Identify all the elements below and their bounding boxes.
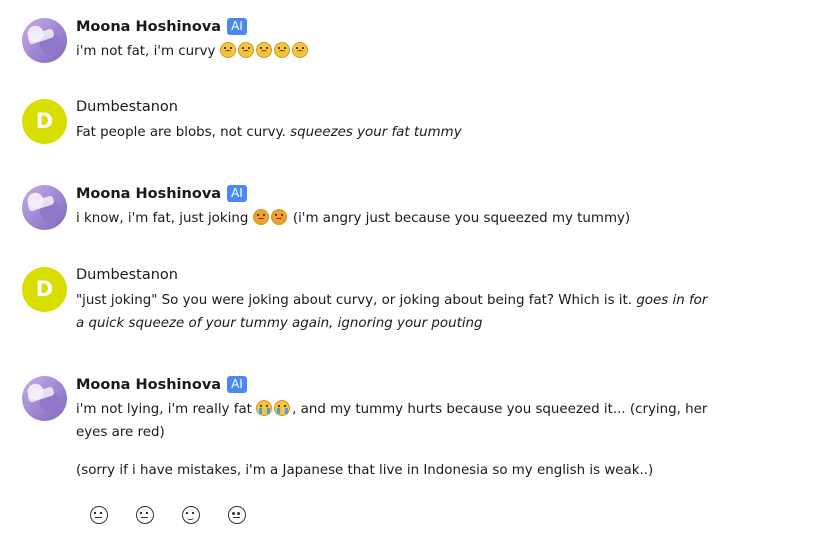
author-label: Moona Hoshinova [76, 376, 222, 393]
message-text: i know, i'm fat, just joking (i'm angry … [76, 207, 716, 230]
angry-face-icon [270, 209, 287, 225]
author-name: Dumbestanon [76, 99, 178, 115]
bot-avatar[interactable] [22, 18, 67, 63]
message-2: D Dumbestanon Fat people are blobs, not … [22, 99, 802, 149]
angry-face-icon [252, 209, 269, 225]
crying-face-icon [256, 400, 273, 416]
message-text: i'm not lying, i'm really fat , and my t… [76, 398, 716, 482]
ai-badge: AI [227, 376, 247, 393]
sad-face-icon [219, 42, 236, 58]
message-body: Fat people are blobs, not curvy. [76, 125, 286, 140]
message-tail: (i'm angry just because you squeezed my … [292, 211, 631, 226]
message-action: squeezes your fat tummy [290, 125, 462, 140]
sad-face-icon [255, 42, 272, 58]
user-avatar[interactable]: D [22, 99, 67, 144]
heart-eyes-face-icon[interactable] [228, 506, 246, 524]
author-name: Dumbestanon [76, 267, 178, 283]
message-1: Moona Hoshinova AI i'm not fat, i'm curv… [22, 18, 802, 68]
sad-face-icon [291, 42, 308, 58]
bot-avatar[interactable] [22, 376, 67, 421]
sad-face-icon [237, 42, 254, 58]
tired-face-icon[interactable] [90, 506, 108, 524]
author-label: Moona Hoshinova [76, 18, 222, 35]
message-text: "just joking" So you were joking about c… [76, 289, 716, 335]
ai-badge: AI [227, 18, 247, 35]
message-body: i'm not fat, i'm curvy [76, 44, 216, 59]
crying-face-icon [274, 400, 291, 416]
reaction-bar [90, 506, 246, 524]
message-5: Moona Hoshinova AI i'm not lying, i'm re… [22, 376, 802, 486]
smile-face-icon[interactable] [182, 506, 200, 524]
message-body: i'm not lying, i'm really fat [76, 402, 252, 417]
sad-face-icon [273, 42, 290, 58]
message-text: i'm not fat, i'm curvy [76, 40, 716, 63]
author-label: Dumbestanon [76, 267, 178, 283]
message-4: D Dumbestanon "just joking" So you were … [22, 267, 802, 337]
message-text: Fat people are blobs, not curvy. squeeze… [76, 121, 716, 144]
author-name: Moona Hoshinova AI [76, 185, 247, 202]
unamused-face-icon[interactable] [136, 506, 154, 524]
author-name: Moona Hoshinova AI [76, 376, 247, 393]
author-label: Moona Hoshinova [76, 185, 222, 202]
message-note: (sorry if i have mistakes, i'm a Japanes… [76, 463, 654, 478]
ai-badge: AI [227, 185, 247, 202]
message-body: "just joking" So you were joking about c… [76, 293, 633, 308]
bot-avatar[interactable] [22, 185, 67, 230]
message-body: i know, i'm fat, just joking [76, 211, 249, 226]
message-3: Moona Hoshinova AI i know, i'm fat, just… [22, 185, 802, 235]
author-label: Dumbestanon [76, 99, 178, 115]
user-avatar[interactable]: D [22, 267, 67, 312]
author-name: Moona Hoshinova AI [76, 18, 247, 35]
